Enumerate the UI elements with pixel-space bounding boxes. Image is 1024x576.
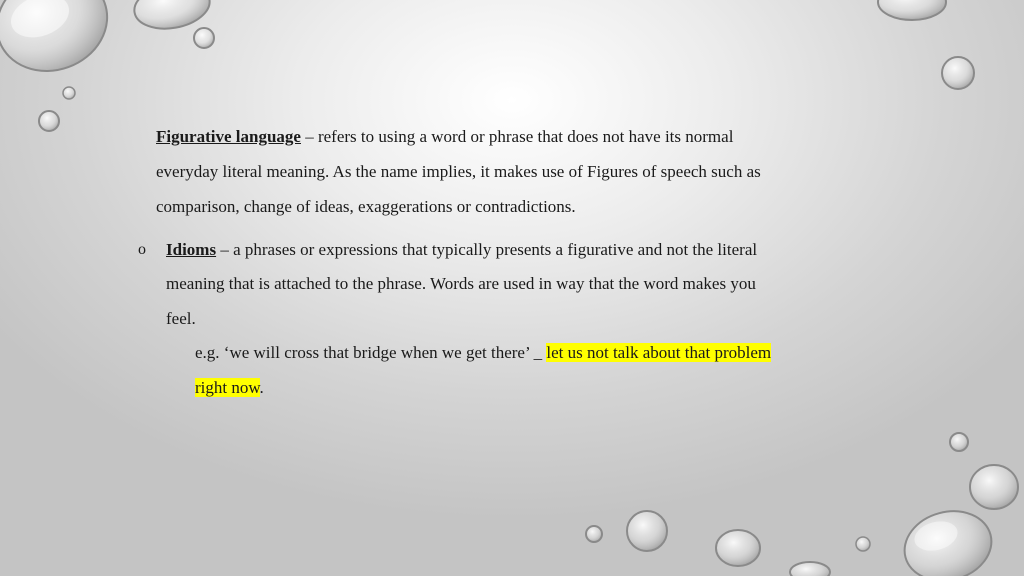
idioms-line-2: meaning that is attached to the phrase. … xyxy=(166,274,756,293)
definition-line-3: comparison, change of ideas, exaggeratio… xyxy=(156,197,576,216)
example-highlight: let us not talk about that problem xyxy=(546,343,772,362)
idioms-term: Idioms xyxy=(166,240,217,259)
example-text: e.g. ‘we will cross that bridge when we … xyxy=(195,343,547,362)
example-line-2: right now. xyxy=(195,377,264,399)
idioms-text: – a phrases or expressions that typicall… xyxy=(216,240,758,259)
definition-text: – refers to using a word or phrase that … xyxy=(300,127,734,146)
definition-line-2: everyday literal meaning. As the name im… xyxy=(156,162,761,181)
example-line-1: e.g. ‘we will cross that bridge when we … xyxy=(195,342,772,364)
example-highlight-continued: right now xyxy=(195,378,260,397)
definition-line-1: Figurative language – refers to using a … xyxy=(156,126,733,148)
definition-term: Figurative language xyxy=(156,127,301,146)
idioms-line-3: feel. xyxy=(166,309,196,328)
bullet-marker: o xyxy=(138,241,146,258)
idioms-line-1: Idioms – a phrases or expressions that t… xyxy=(166,239,757,261)
slide-content: Figurative language – refers to using a … xyxy=(0,0,1024,576)
example-period: . xyxy=(259,378,264,397)
